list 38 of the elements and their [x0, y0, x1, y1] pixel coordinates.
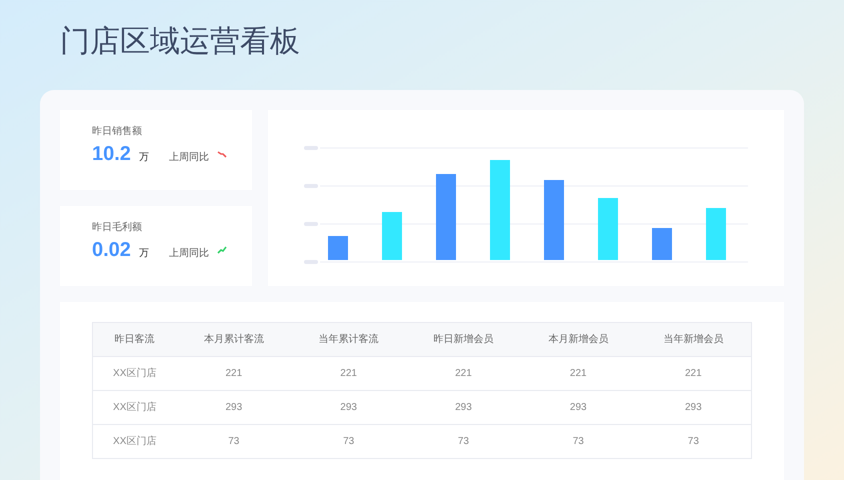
bar	[328, 236, 348, 260]
compare-label: 上周同比	[168, 246, 209, 261]
column-header: 本月新增会员	[520, 322, 636, 356]
table-cell: 73	[291, 424, 406, 458]
kpi-label: 昨日毛利额	[92, 222, 143, 234]
kpi-value: 10.2	[92, 142, 131, 166]
kpi-label: 昨日销售额	[92, 126, 143, 138]
column-header: 昨日客流	[92, 322, 176, 356]
table-cell: XX区门店	[92, 424, 176, 458]
table-cell: 221	[176, 356, 292, 390]
bar	[598, 198, 618, 260]
page-title: 门店区域运营看板	[60, 24, 301, 60]
kpi-unit: 万	[138, 247, 149, 261]
column-header: 昨日新增会员	[406, 322, 521, 356]
table-cell: 293	[636, 390, 752, 424]
table-cell: 73	[406, 424, 521, 458]
bar	[652, 228, 672, 260]
table-cell: 293	[291, 390, 406, 424]
bar	[706, 208, 726, 260]
column-header: 当年新增会员	[636, 322, 752, 356]
kpi-unit: 万	[138, 151, 149, 165]
compare-label: 上周同比	[168, 150, 209, 165]
table-cell: 73	[636, 424, 752, 458]
table-cell: 73	[520, 424, 636, 458]
table-cell: 293	[176, 390, 292, 424]
table-cell: 221	[291, 356, 406, 390]
table-cell: XX区门店	[92, 390, 176, 424]
bar	[382, 212, 402, 260]
table-cell: 73	[176, 424, 292, 458]
table-cell: 221	[636, 356, 752, 390]
column-header: 本月累计客流	[176, 322, 292, 356]
kpi-value: 0.02	[92, 238, 131, 262]
column-header: 当年累计客流	[291, 322, 406, 356]
table-cell: 221	[406, 356, 521, 390]
table-cell: 293	[406, 390, 521, 424]
table-cell: XX区门店	[92, 356, 176, 390]
table-cell: 221	[520, 356, 636, 390]
table-cell: 293	[520, 390, 636, 424]
